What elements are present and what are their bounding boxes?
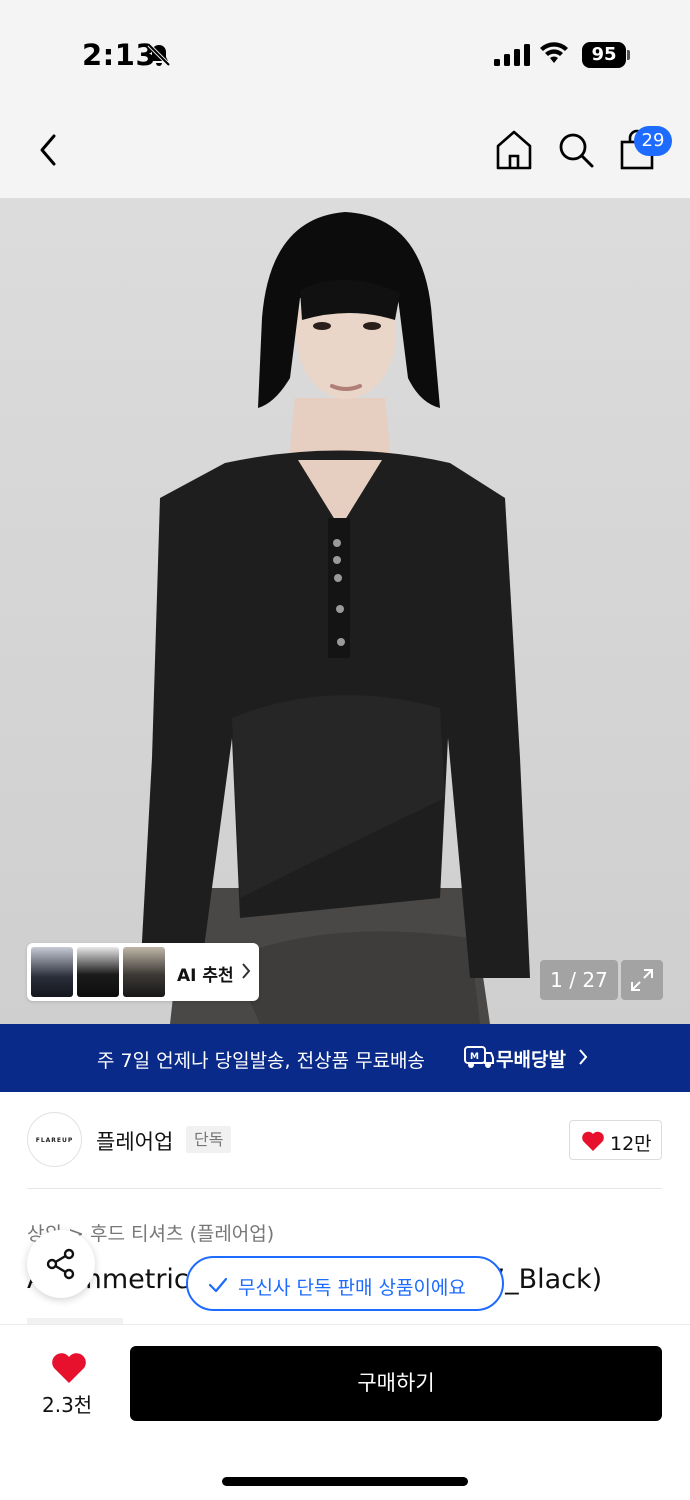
model-photo bbox=[140, 212, 530, 1024]
divider bbox=[27, 1188, 662, 1189]
banner-text: 주 7일 언제나 당일발송, 전상품 무료배송 bbox=[97, 1050, 426, 1072]
top-nav bbox=[0, 100, 690, 198]
image-counter: 1 / 27 bbox=[540, 960, 618, 1000]
cart-count-badge: 29 bbox=[634, 126, 672, 156]
bottom-action-bar: 2.3천 구매하기 bbox=[0, 1324, 690, 1500]
status-bar: 2:13 95 bbox=[0, 0, 690, 100]
home-indicator bbox=[222, 1477, 468, 1486]
search-icon[interactable] bbox=[556, 128, 596, 172]
share-button[interactable] bbox=[27, 1230, 95, 1298]
recommendation-thumbnail bbox=[77, 947, 119, 997]
product-image[interactable] bbox=[0, 198, 690, 1024]
heart-icon bbox=[582, 1131, 604, 1151]
delivery-truck-icon: M bbox=[464, 1046, 494, 1068]
buy-button[interactable]: 구매하기 bbox=[130, 1346, 662, 1421]
expand-icon bbox=[631, 969, 653, 991]
shipping-promo-banner[interactable]: 주 7일 언제나 당일발송, 전상품 무료배송 M 무배당발 bbox=[0, 1024, 690, 1092]
wishlist-heart-icon[interactable] bbox=[50, 1351, 88, 1385]
wishlist-count: 2.3천 bbox=[42, 1393, 93, 1417]
chevron-right-icon bbox=[242, 963, 251, 979]
brand-logo[interactable]: FLAREUP bbox=[27, 1112, 82, 1167]
share-icon bbox=[46, 1248, 75, 1280]
ai-recommendation-chip[interactable]: AI 추천 bbox=[27, 943, 259, 1001]
recommendation-thumbnail bbox=[31, 947, 73, 997]
bell-muted-icon bbox=[147, 43, 171, 67]
ai-recommendation-label: AI 추천 bbox=[177, 966, 234, 986]
check-icon bbox=[208, 1277, 228, 1293]
exclusive-toast: 무신사 단독 판매 상품이에요 bbox=[186, 1256, 504, 1311]
toast-text: 무신사 단독 판매 상품이에요 bbox=[238, 1277, 466, 1299]
battery-tip bbox=[627, 50, 630, 60]
recommendation-thumbnail bbox=[123, 947, 165, 997]
chevron-right-icon bbox=[579, 1049, 588, 1065]
brand-name[interactable]: 플레어업 bbox=[96, 1126, 173, 1156]
battery-indicator: 95 bbox=[582, 42, 626, 68]
brand-like-count: 12만 bbox=[610, 1133, 652, 1155]
exclusive-tag: 단독 bbox=[186, 1126, 232, 1153]
fullscreen-button[interactable] bbox=[621, 960, 663, 1000]
banner-brand: 무배당발 bbox=[496, 1049, 566, 1071]
cellular-signal-icon bbox=[494, 44, 530, 66]
wifi-icon bbox=[540, 42, 568, 63]
svg-text:M: M bbox=[470, 1052, 479, 1062]
home-icon[interactable] bbox=[494, 128, 534, 172]
brand-like-button[interactable]: 12만 bbox=[569, 1120, 662, 1160]
back-chevron-icon[interactable] bbox=[34, 128, 64, 172]
